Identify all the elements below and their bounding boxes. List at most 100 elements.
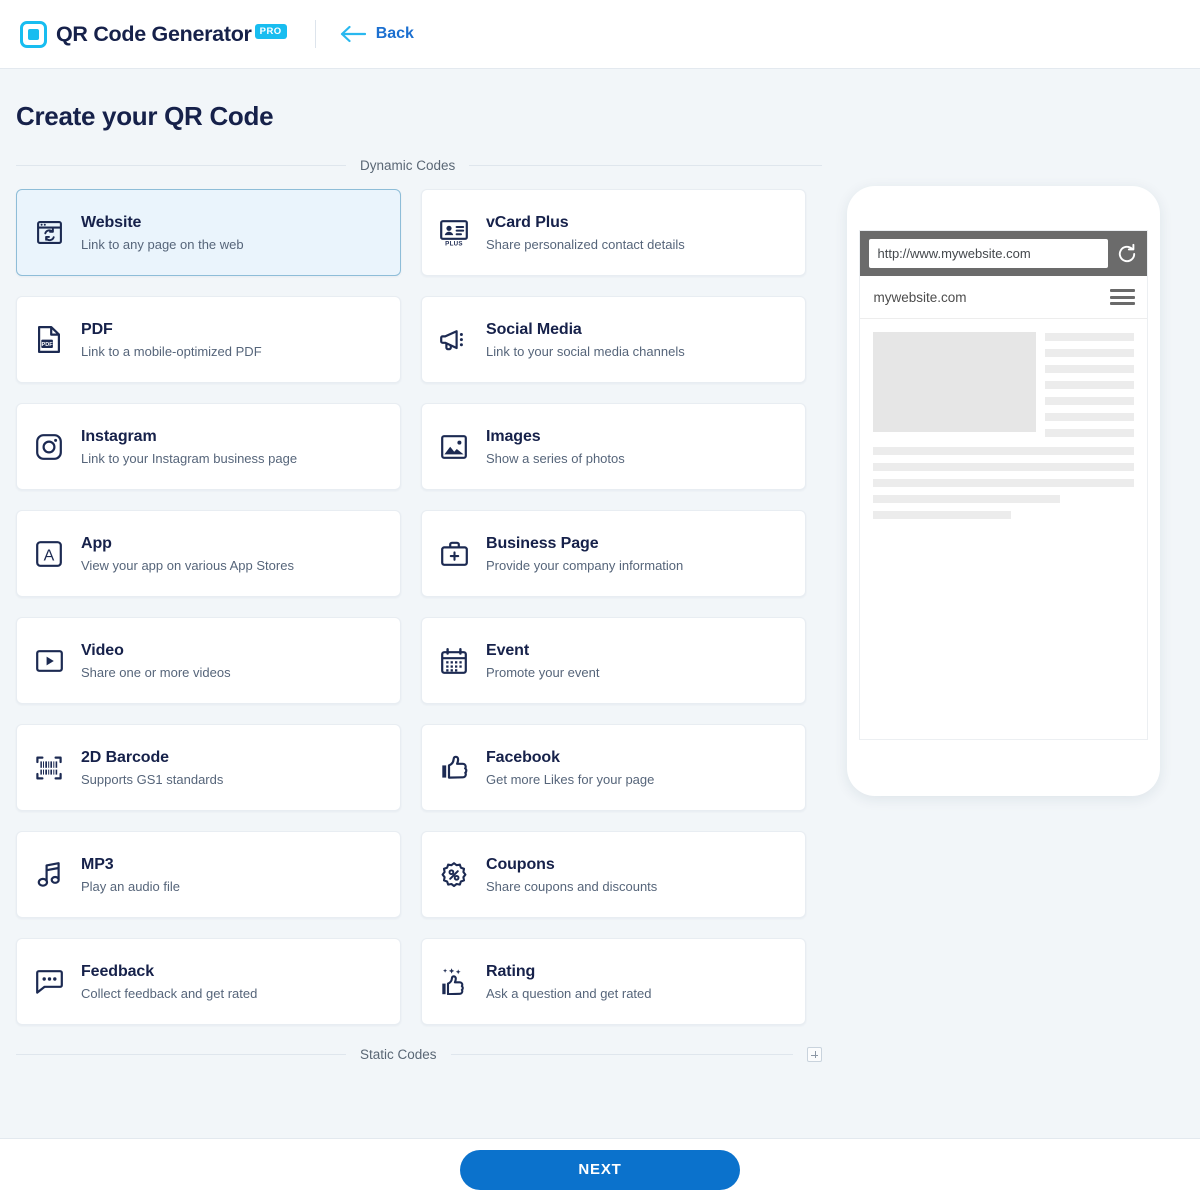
- page-body: Create your QR Code Dynamic Codes Websit…: [0, 69, 1200, 1138]
- card-desc: Share personalized contact details: [486, 236, 685, 252]
- reload-icon[interactable]: [1116, 243, 1138, 265]
- card-desc: Supports GS1 standards: [81, 771, 224, 787]
- card-text: Event Promote your event: [486, 642, 599, 680]
- card-pdf[interactable]: PDF PDF Link to a mobile-optimized PDF: [16, 296, 401, 383]
- page-title: Create your QR Code: [16, 101, 274, 131]
- card-images[interactable]: Images Show a series of photos: [421, 403, 806, 490]
- card-text: Social Media Link to your social media c…: [486, 321, 685, 359]
- hamburger-menu-icon[interactable]: [1109, 289, 1135, 305]
- card-app[interactable]: A App View your app on various App Store…: [16, 510, 401, 597]
- card-feedback[interactable]: Feedback Collect feedback and get rated: [16, 938, 401, 1025]
- card-text: Rating Ask a question and get rated: [486, 963, 652, 1001]
- footer-bar: NEXT: [0, 1138, 1200, 1200]
- app-header: QR Code Generator PRO Back: [0, 0, 1200, 69]
- percent-badge-icon: [439, 861, 469, 888]
- instagram-icon: [34, 433, 64, 460]
- megaphone-icon: [439, 328, 469, 352]
- card-text: vCard Plus Share personalized contact de…: [486, 214, 685, 252]
- card-vcard-plus[interactable]: PLUS vCard Plus Share personalized conta…: [421, 189, 806, 276]
- briefcase-icon: [439, 541, 469, 566]
- card-mp3[interactable]: MP3 Play an audio file: [16, 831, 401, 918]
- image-icon: [439, 434, 469, 459]
- static-codes-label: Static Codes: [360, 1047, 437, 1062]
- pro-badge: PRO: [254, 23, 287, 39]
- card-title: vCard Plus: [486, 213, 569, 231]
- card-title: Coupons: [486, 855, 555, 873]
- header-divider: [314, 20, 316, 48]
- wireframe-top-row: [872, 332, 1134, 437]
- site-header: mywebsite.com: [859, 276, 1147, 319]
- card-social-media[interactable]: Social Media Link to your social media c…: [421, 296, 806, 383]
- card-text: Business Page Provide your company infor…: [486, 535, 683, 573]
- card-text: 2D Barcode Supports GS1 standards: [81, 749, 223, 787]
- card-business-page[interactable]: Business Page Provide your company infor…: [421, 510, 806, 597]
- card-event[interactable]: Event Promote your event: [421, 617, 806, 704]
- brand-name-text: QR Code Generator: [56, 21, 252, 46]
- card-text: Instagram Link to your Instagram busines…: [81, 428, 297, 466]
- card-text: App View your app on various App Stores: [81, 535, 294, 573]
- brand-name: QR Code Generator PRO: [56, 22, 287, 47]
- card-desc: Provide your company information: [486, 557, 684, 573]
- calendar-icon: [439, 647, 469, 674]
- card-desc: Show a series of photos: [486, 450, 625, 466]
- card-text: Coupons Share coupons and discounts: [486, 856, 657, 894]
- card-desc: Link to your Instagram business page: [81, 450, 298, 466]
- static-codes-divider: Static Codes: [16, 1047, 822, 1062]
- card-instagram[interactable]: Instagram Link to your Instagram busines…: [16, 403, 401, 490]
- wireframe-image-placeholder: [872, 332, 1036, 432]
- thumbs-up-icon: [439, 755, 469, 780]
- dynamic-codes-label: Dynamic Codes: [360, 158, 456, 173]
- card-text: Feedback Collect feedback and get rated: [81, 963, 257, 1001]
- card-video[interactable]: Video Share one or more videos: [16, 617, 401, 704]
- card-desc: Get more Likes for your page: [486, 771, 655, 787]
- divider-rule-left: [16, 1054, 346, 1055]
- card-desc: View your app on various App Stores: [81, 557, 294, 573]
- back-button[interactable]: Back: [340, 25, 414, 43]
- card-desc: Link to any page on the web: [81, 236, 244, 252]
- svg-text:PDF: PDF: [42, 342, 54, 348]
- card-title: App: [81, 534, 112, 552]
- browser-toolbar: http://www.mywebsite.com: [859, 231, 1147, 276]
- card-title: Social Media: [486, 320, 582, 338]
- card-desc: Play an audio file: [81, 878, 181, 894]
- app-square-a-icon: A: [34, 540, 64, 567]
- qr-logo-icon: [20, 20, 47, 48]
- card-text: PDF Link to a mobile-optimized PDF: [81, 321, 262, 359]
- card-website[interactable]: Website Link to any page on the web: [16, 189, 401, 276]
- card-title: Video: [81, 641, 124, 659]
- card-desc: Ask a question and get rated: [486, 985, 652, 1001]
- brand: QR Code Generator PRO: [20, 20, 287, 48]
- card-coupons[interactable]: Coupons Share coupons and discounts: [421, 831, 806, 918]
- divider-rule-right: [450, 1054, 793, 1055]
- card-text: Website Link to any page on the web: [81, 214, 244, 252]
- card-desc: Link to your social media channels: [486, 343, 685, 359]
- card-title: Feedback: [81, 962, 155, 980]
- card-title: Images: [486, 427, 541, 445]
- divider-rule-left: [16, 165, 346, 166]
- site-name: mywebsite.com: [873, 289, 967, 305]
- video-play-icon: [34, 649, 64, 672]
- card-desc: Promote your event: [486, 664, 600, 680]
- page-wireframe: [860, 319, 1147, 519]
- card-rating[interactable]: Rating Ask a question and get rated: [421, 938, 806, 1025]
- code-type-grid: Website Link to any page on the web PLUS: [16, 189, 822, 1025]
- preview-panel: http://www.mywebsite.com mywebsite.com: [822, 132, 1184, 1078]
- card-text: MP3 Play an audio file: [81, 856, 180, 894]
- wireframe-paragraph: [872, 447, 1134, 519]
- barcode-2d-icon: [34, 755, 64, 781]
- card-title: Business Page: [486, 534, 599, 552]
- next-button[interactable]: NEXT: [460, 1149, 740, 1190]
- card-facebook[interactable]: Facebook Get more Likes for your page: [421, 724, 806, 811]
- back-label: Back: [375, 25, 414, 42]
- card-title: PDF: [81, 320, 113, 338]
- code-type-chooser: Dynamic Codes Website Link to any page o…: [16, 132, 822, 1078]
- card-title: Instagram: [81, 427, 157, 445]
- browser-refresh-icon: [34, 221, 64, 244]
- url-input[interactable]: http://www.mywebsite.com: [868, 239, 1108, 268]
- card-title: Rating: [486, 962, 536, 980]
- card-text: Images Show a series of photos: [486, 428, 625, 466]
- card-desc: Link to a mobile-optimized PDF: [81, 343, 262, 359]
- card-2d-barcode[interactable]: 2D Barcode Supports GS1 standards: [16, 724, 401, 811]
- plus-icon[interactable]: [807, 1047, 822, 1062]
- divider-rule-right: [469, 165, 822, 166]
